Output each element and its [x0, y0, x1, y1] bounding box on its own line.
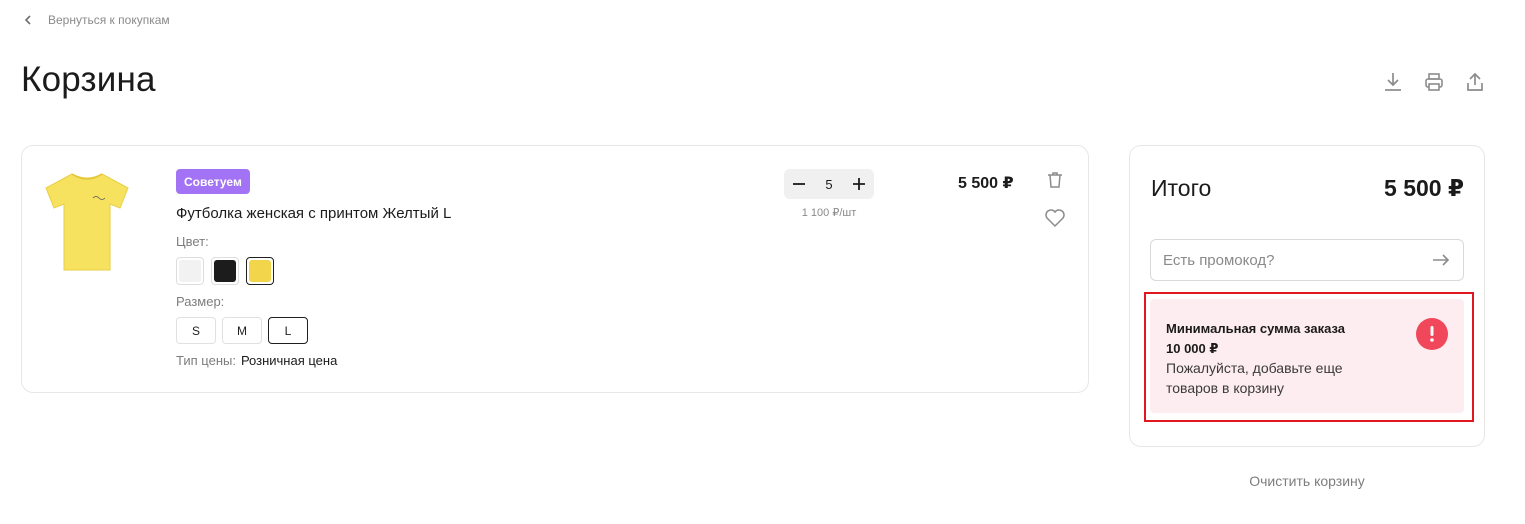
size-options: S M L — [176, 317, 308, 344]
size-option-m[interactable]: M — [222, 317, 262, 344]
quantity-value[interactable]: 5 — [825, 177, 832, 192]
page-toolbar — [1382, 70, 1486, 94]
back-link-label: Вернуться к покупкам — [48, 13, 170, 27]
cart-item-card: Советуем Футболка женская с принтом Желт… — [21, 145, 1089, 393]
arrow-right-icon[interactable] — [1431, 250, 1451, 270]
minus-icon[interactable] — [790, 175, 808, 193]
summary-total: 5 500 ₽ — [1384, 175, 1464, 201]
warning-highlight-frame — [1144, 292, 1474, 422]
plus-icon[interactable] — [850, 175, 868, 193]
promo-code-input[interactable] — [1163, 251, 1423, 269]
color-label: Цвет: — [176, 234, 209, 249]
chevron-left-icon — [22, 14, 34, 26]
promo-field — [1150, 239, 1464, 281]
price-type-label: Тип цены: — [176, 353, 236, 368]
color-fill-white — [179, 260, 201, 282]
color-fill-yellow — [249, 260, 271, 282]
price-type-value: Розничная цена — [240, 353, 338, 368]
download-icon[interactable] — [1382, 70, 1404, 94]
color-fill-black — [214, 260, 236, 282]
size-option-s[interactable]: S — [176, 317, 216, 344]
line-total: 5 500 ₽ — [958, 175, 1014, 192]
color-swatch-white[interactable] — [176, 257, 204, 285]
price-type: Тип цены: Розничная цена — [176, 353, 337, 368]
color-options — [176, 257, 274, 285]
quantity-stepper: 5 — [784, 169, 874, 199]
size-label: Размер: — [176, 294, 225, 309]
recommended-badge: Советуем — [176, 169, 250, 194]
product-image[interactable] — [44, 168, 130, 274]
color-swatch-black[interactable] — [211, 257, 239, 285]
product-name[interactable]: Футболка женская с принтом Желтый L — [176, 205, 451, 222]
share-icon[interactable] — [1464, 70, 1486, 94]
summary-title: Итого — [1151, 175, 1212, 201]
trash-icon[interactable] — [1043, 168, 1067, 192]
print-icon[interactable] — [1423, 70, 1445, 94]
heart-icon[interactable] — [1043, 206, 1067, 230]
size-option-l[interactable]: L — [268, 317, 308, 344]
back-to-shopping-link[interactable]: Вернуться к покупкам — [22, 11, 170, 29]
unit-price: 1 100 ₽/шт — [801, 207, 857, 219]
color-swatch-yellow[interactable] — [246, 257, 274, 285]
clear-cart-button[interactable]: Очистить корзину — [1129, 473, 1485, 489]
page-title: Корзина — [21, 60, 156, 99]
